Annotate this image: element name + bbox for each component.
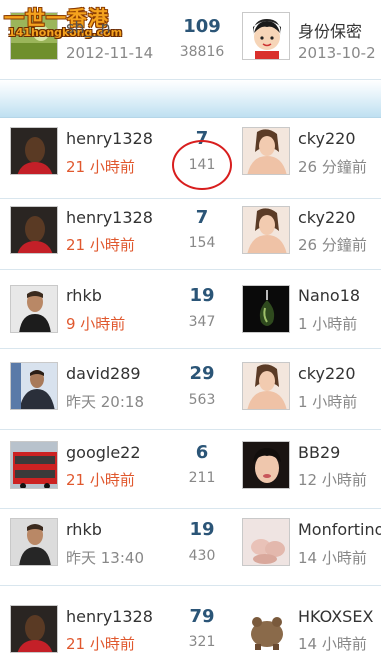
- avatar[interactable]: [10, 441, 58, 489]
- thread-time: 昨天 20:18: [66, 393, 144, 411]
- avatar[interactable]: [242, 362, 290, 410]
- thread-time: 昨天 13:40: [66, 549, 144, 567]
- view-count: 38816: [179, 44, 225, 60]
- table-row[interactable]: rhkb 昨天 13:40 19 430 Monfortino 14 小時前: [0, 510, 381, 586]
- avatar[interactable]: [10, 605, 58, 653]
- thread-author-name[interactable]: henry1328: [66, 208, 153, 227]
- table-row-top[interactable]: 一世一香港 141hongkong.com sh__n 2012-11-14 1…: [0, 0, 381, 80]
- last-poster-name[interactable]: cky220: [298, 129, 356, 148]
- last-poster-name[interactable]: 身份保密: [298, 18, 362, 42]
- thread-author-name[interactable]: rhkb: [66, 520, 102, 539]
- thread-time: 21 小時前: [66, 158, 135, 176]
- thread-time: 21 小時前: [66, 236, 135, 254]
- last-post-time: 14 小時前: [298, 635, 367, 653]
- view-count: 563: [188, 392, 216, 408]
- thread-time: 21 小時前: [66, 471, 135, 489]
- last-post-time: 26 分鐘前: [298, 236, 367, 254]
- thread-time: 21 小時前: [66, 635, 135, 653]
- reply-count: 29: [189, 363, 215, 384]
- thread-author-name[interactable]: rhkb: [66, 286, 102, 305]
- last-post-date: 2013-10-2: [298, 44, 376, 62]
- view-count: 211: [188, 470, 216, 486]
- reply-count: 19: [189, 519, 215, 540]
- last-post-time: 1 小時前: [298, 393, 358, 411]
- reply-count: 109: [183, 16, 221, 37]
- avatar[interactable]: [242, 206, 290, 254]
- table-row[interactable]: henry1328 21 小時前 79 321 HKOXSEX 14 小時前: [0, 587, 381, 662]
- last-poster-name[interactable]: cky220: [298, 208, 356, 227]
- table-row[interactable]: henry1328 21 小時前 7 154 cky220 26 分鐘前: [0, 200, 381, 270]
- reply-count: 19: [189, 285, 215, 306]
- avatar[interactable]: [242, 518, 290, 566]
- thread-author-name[interactable]: henry1328: [66, 607, 153, 626]
- view-count: 430: [188, 548, 216, 564]
- avatar[interactable]: [10, 362, 58, 410]
- highlight-circle: [172, 140, 232, 190]
- thread-author-name[interactable]: david289: [66, 364, 141, 383]
- view-count: 347: [188, 314, 216, 330]
- last-poster-name[interactable]: cky220: [298, 364, 356, 383]
- avatar[interactable]: [10, 285, 58, 333]
- view-count: 321: [188, 634, 216, 650]
- last-poster-name[interactable]: Nano18: [298, 286, 360, 305]
- last-post-time: 26 分鐘前: [298, 158, 367, 176]
- reply-count: 79: [189, 606, 215, 627]
- last-poster-name[interactable]: Monfortino: [298, 520, 381, 539]
- table-row[interactable]: google22 21 小時前 6 211 BB29 12 小時前: [0, 431, 381, 509]
- avatar[interactable]: [10, 206, 58, 254]
- table-row[interactable]: david289 昨天 20:18 29 563 cky220 1 小時前: [0, 350, 381, 430]
- reply-count: 6: [195, 442, 209, 463]
- last-post-time: 1 小時前: [298, 315, 358, 333]
- thread-author-name[interactable]: henry1328: [66, 129, 153, 148]
- last-post-time: 14 小時前: [298, 549, 367, 567]
- avatar[interactable]: [242, 441, 290, 489]
- last-poster-name[interactable]: HKOXSEX: [298, 607, 373, 626]
- thread-author-name[interactable]: sh__n: [66, 18, 111, 37]
- avatar[interactable]: [242, 285, 290, 333]
- thread-date: 2012-11-14: [66, 44, 154, 62]
- avatar[interactable]: [242, 605, 290, 653]
- thread-author-name[interactable]: google22: [66, 443, 141, 462]
- reply-count: 7: [195, 207, 209, 228]
- section-separator-bar: [0, 80, 381, 118]
- avatar[interactable]: [10, 518, 58, 566]
- view-count: 154: [188, 235, 216, 251]
- last-poster-name[interactable]: BB29: [298, 443, 340, 462]
- avatar[interactable]: [242, 12, 290, 60]
- avatar[interactable]: [242, 127, 290, 175]
- avatar[interactable]: [10, 127, 58, 175]
- thread-time: 9 小時前: [66, 315, 126, 333]
- table-row[interactable]: rhkb 9 小時前 19 347 Nano18 1 小時前: [0, 271, 381, 349]
- last-post-time: 12 小時前: [298, 471, 367, 489]
